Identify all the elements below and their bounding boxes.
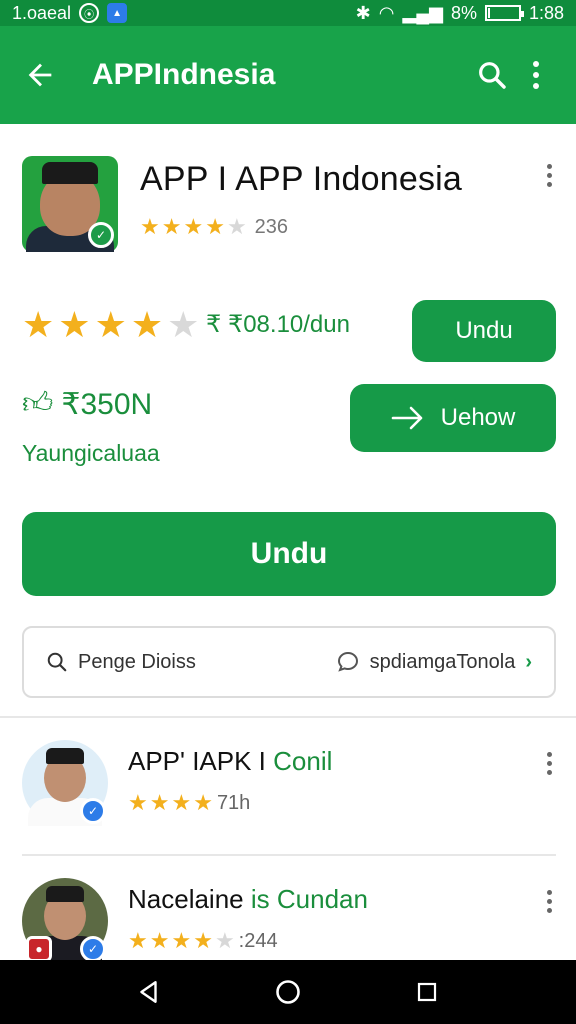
carrier-text: 1.oaeal	[12, 2, 72, 23]
bluetooth-icon: ✱	[355, 2, 371, 23]
info-bar: Penge Dioiss spdiamgaTonola ›	[22, 626, 556, 698]
main-download-button[interactable]: Undu	[22, 512, 556, 596]
price-text: ₹ ₹08.10/dun	[206, 311, 350, 338]
rating-stars: ★ ★ ★ ★ ★	[140, 214, 247, 239]
next-button-label: Uehow	[440, 404, 516, 431]
app-rating: ★ ★ ★ ★ ★ 236	[140, 214, 288, 240]
search-icon[interactable]	[470, 53, 514, 97]
list-item-rating-count: :244	[238, 929, 278, 952]
size-label: 👍︎ ₹350N	[22, 386, 152, 422]
time-text: 1:88	[528, 2, 564, 23]
list-item-rating: ★ ★ ★ ★ ★ :244	[128, 928, 278, 953]
verified-badge-icon: ✓	[80, 936, 106, 960]
chat-icon	[337, 651, 358, 672]
rating-count: 236	[254, 215, 289, 238]
battery-icon	[484, 5, 524, 21]
home-nav-icon[interactable]	[268, 972, 308, 1012]
app-notification-icon: ▲	[107, 3, 128, 23]
thumbs-up-icon: 👍︎	[22, 387, 54, 420]
divider	[0, 716, 576, 718]
system-nav-bar	[0, 960, 576, 1024]
list-item[interactable]: ● ✓ Nacelaine is Cundan ★ ★ ★ ★ ★ :244	[0, 874, 576, 960]
list-item-title: APP' IAPK I Conil	[128, 746, 333, 776]
verified-badge-icon: ✓	[80, 798, 106, 824]
arrow-right-icon	[391, 406, 422, 430]
list-item[interactable]: ✓ APP' IAPK I Conil ★ ★ ★ ★ 71h	[0, 736, 576, 856]
list-avatar: ✓	[22, 740, 108, 826]
back-nav-icon[interactable]	[129, 972, 169, 1012]
info-right[interactable]: spdiamgaTonola ›	[336, 650, 532, 674]
more-vertical-icon[interactable]	[544, 164, 554, 187]
next-button[interactable]: Uehow	[350, 384, 556, 452]
more-vertical-icon[interactable]	[544, 890, 554, 913]
search-icon	[47, 652, 67, 672]
subtitle-text: Yaungicaluaa	[22, 440, 160, 466]
app-title: APP I APP Indonesia	[140, 160, 463, 198]
divider	[22, 854, 556, 856]
app-bar-title: APPIndnesia	[92, 58, 276, 91]
shield-badge-icon: ●	[26, 936, 52, 960]
notification-icon: ⦿	[79, 3, 100, 23]
signal-icon: ▂▄▆	[402, 2, 443, 23]
info-right-label: spdiamgaTonola	[369, 650, 516, 673]
verified-badge-icon: ✓	[88, 222, 114, 248]
size-text: ₹350N	[61, 387, 153, 421]
list-item-title: Nacelaine is Cundan	[128, 884, 368, 914]
download-small-button[interactable]: Undu	[412, 300, 556, 362]
wifi-icon: ◠	[378, 2, 395, 23]
rating-stars-large: ★ ★ ★ ★ ★	[22, 304, 200, 345]
chevron-right-icon: ›	[525, 650, 532, 673]
list-item-rating-count: 71h	[216, 791, 251, 814]
battery-text: 8%	[450, 2, 477, 23]
list-item-rating: ★ ★ ★ ★ 71h	[128, 790, 251, 815]
list-avatar: ● ✓	[22, 878, 108, 960]
more-vertical-icon[interactable]	[544, 752, 554, 775]
info-left[interactable]: Penge Dioiss	[46, 651, 196, 674]
app-bar: APPIndnesia	[0, 26, 576, 124]
app-avatar: ✓	[22, 156, 118, 252]
status-bar: 1.oaeal ⦿ ▲ ✱ ◠ ▂▄▆ 8% 1:88	[0, 0, 576, 26]
recents-nav-icon[interactable]	[407, 972, 447, 1012]
content-area: ✓ APP I APP Indonesia ★ ★ ★ ★ ★ 236 ★ ★ ★ ★ ★ ₹ …	[0, 124, 576, 960]
arrow-left-icon[interactable]	[18, 53, 62, 97]
info-left-label: Penge Dioiss	[78, 650, 196, 673]
more-vertical-icon[interactable]	[514, 53, 558, 97]
